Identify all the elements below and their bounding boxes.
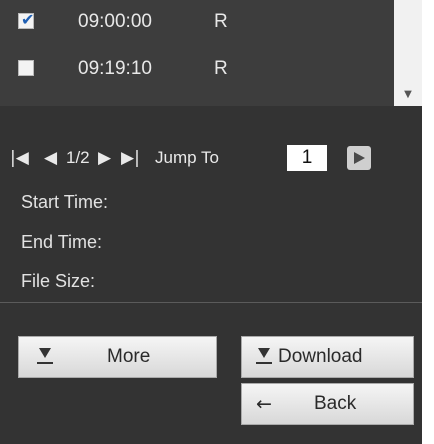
list-item[interactable]: 09:19:10 R bbox=[0, 56, 394, 92]
back-button-label: Back bbox=[314, 393, 357, 414]
back-button[interactable]: ← Back bbox=[241, 383, 414, 425]
divider bbox=[0, 302, 422, 303]
back-arrow-icon: ← bbox=[256, 393, 272, 415]
record-type: R bbox=[214, 58, 228, 79]
arrow-right-icon bbox=[354, 152, 365, 164]
page-margin bbox=[422, 0, 434, 444]
start-time-label: Start Time: bbox=[21, 192, 109, 212]
pagination-bar: |◀ ◀ 1/2 ▶ ▶| Jump To 1 bbox=[0, 140, 422, 180]
end-time-label: End Time: bbox=[21, 232, 103, 252]
record-time: 09:19:10 bbox=[78, 58, 152, 79]
record-type: R bbox=[214, 11, 228, 32]
next-page-icon[interactable]: ▶ bbox=[98, 148, 111, 168]
record-checkbox[interactable] bbox=[18, 60, 34, 76]
record-time: 09:00:00 bbox=[78, 11, 152, 32]
list-item[interactable]: ✔ 09:00:00 R bbox=[0, 9, 394, 45]
record-checkbox[interactable]: ✔ bbox=[18, 10, 35, 29]
last-page-icon[interactable]: ▶| bbox=[121, 148, 140, 168]
download-icon bbox=[256, 348, 272, 366]
scroll-down-arrow-icon[interactable]: ▼ bbox=[394, 89, 422, 100]
record-list: ✔ 09:00:00 R 09:19:10 R bbox=[0, 0, 394, 106]
download-button-label: Download bbox=[278, 346, 363, 367]
first-page-icon[interactable]: |◀ bbox=[10, 148, 29, 168]
more-button[interactable]: More bbox=[18, 336, 217, 378]
checkmark-icon: ✔ bbox=[21, 10, 35, 29]
playback-file-panel: ✔ 09:00:00 R 09:19:10 R ▼ |◀ ◀ 1/2 ▶ ▶| … bbox=[0, 0, 422, 444]
more-button-label: More bbox=[107, 346, 151, 367]
download-icon bbox=[37, 348, 53, 366]
list-scrollbar[interactable]: ▼ bbox=[394, 0, 422, 106]
jump-page-input[interactable]: 1 bbox=[287, 145, 327, 171]
jump-to-label: Jump To bbox=[155, 148, 219, 167]
page-indicator: 1/2 bbox=[66, 148, 90, 167]
file-size-label: File Size: bbox=[21, 271, 96, 291]
go-page-button[interactable] bbox=[347, 146, 371, 170]
download-button[interactable]: Download bbox=[241, 336, 414, 378]
prev-page-icon[interactable]: ◀ bbox=[44, 148, 57, 168]
